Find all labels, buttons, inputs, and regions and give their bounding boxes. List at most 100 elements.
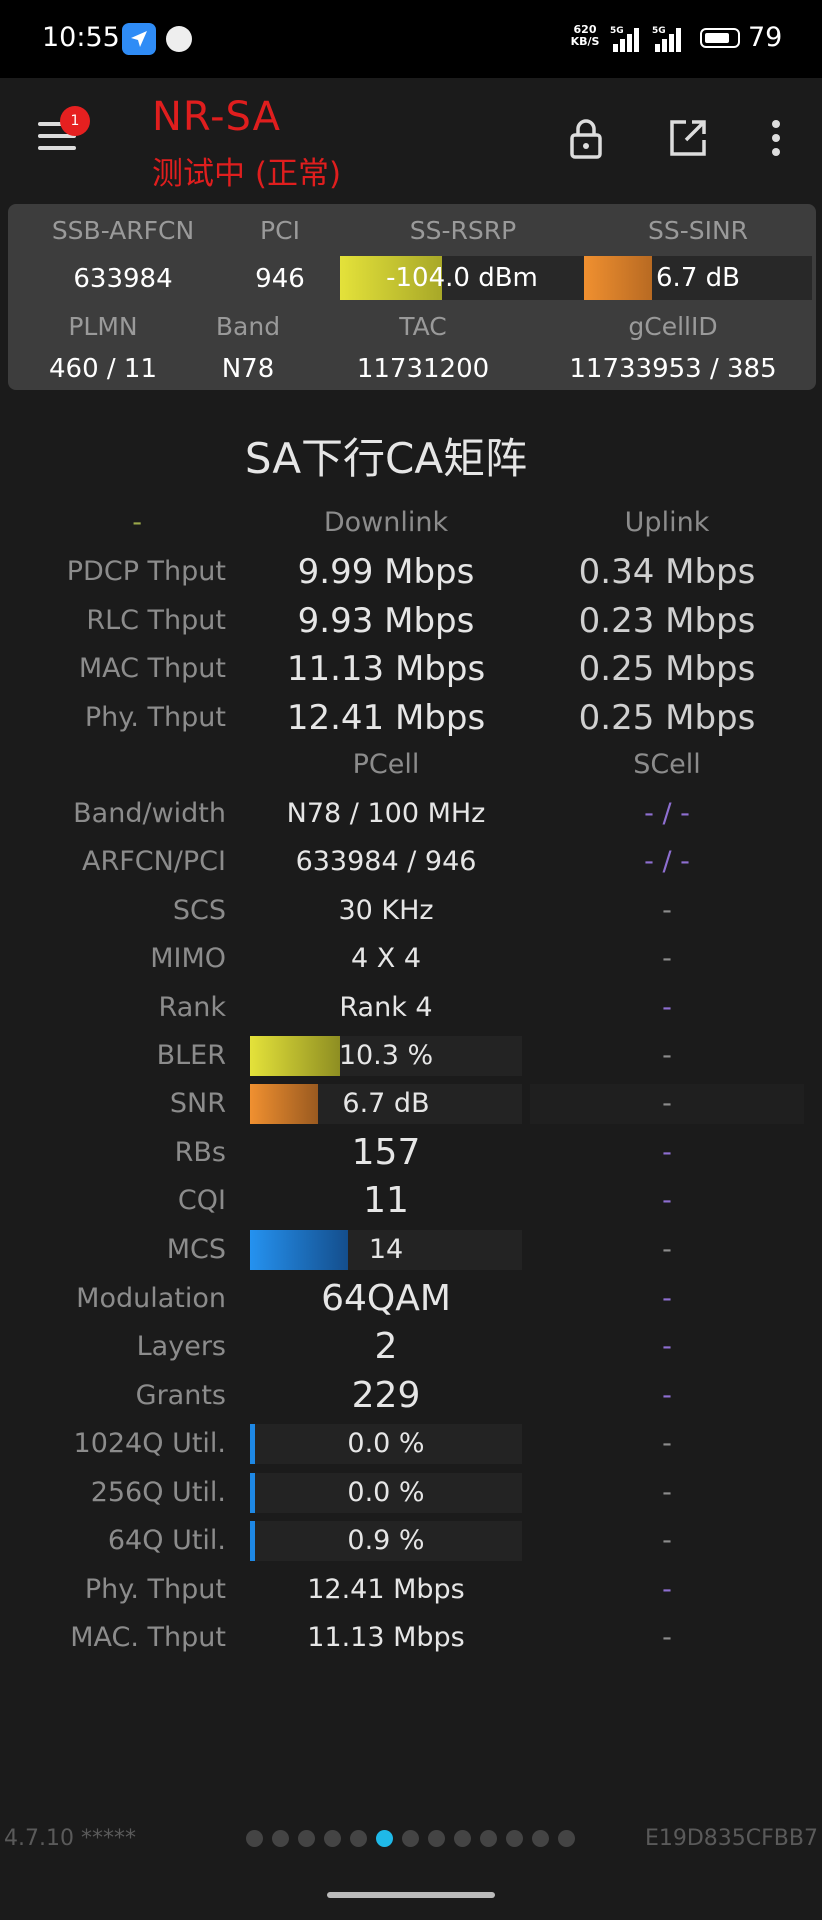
uplink-value: 0.23 Mbps [578, 601, 756, 641]
network-mode-title: NR-SA [152, 94, 282, 140]
rank-row: Rank Rank 4 - [0, 984, 822, 1032]
page-dot[interactable] [298, 1830, 315, 1847]
scell-value: - [662, 1525, 672, 1556]
value-pci: 946 [255, 264, 305, 294]
cell-header-row: PCell SCell [0, 741, 822, 789]
scell-value: - [662, 895, 672, 926]
row-label: Modulation [76, 1283, 226, 1314]
row-label: MAC. Thput [70, 1622, 226, 1653]
pcell-value: 0.9 % [347, 1525, 425, 1556]
row-label: 1024Q Util. [73, 1428, 226, 1459]
page-dot[interactable] [324, 1830, 341, 1847]
row-label: 256Q Util. [90, 1477, 226, 1508]
page-dot[interactable] [506, 1830, 523, 1847]
page-dot[interactable] [272, 1830, 289, 1847]
uplink-value: 0.25 Mbps [578, 698, 756, 738]
open-external-icon[interactable] [666, 116, 710, 160]
snr-bar: 6.7 dB [250, 1084, 522, 1124]
home-indicator[interactable] [327, 1892, 495, 1898]
more-options-icon[interactable] [756, 116, 800, 160]
row-label: MCS [166, 1234, 226, 1265]
scell-value: - [662, 1380, 672, 1411]
scell-value: - [662, 1283, 672, 1314]
value-ssb-arfcn: 633984 [73, 264, 173, 294]
header-pcell: PCell [352, 749, 420, 780]
row-label: 64Q Util. [107, 1525, 226, 1556]
scell-value: - [662, 1574, 672, 1605]
pcell-value: 0.0 % [347, 1477, 425, 1508]
test-status-subtitle: 测试中 (正常) [152, 156, 342, 192]
pcell-value: 6.7 dB [342, 1088, 430, 1119]
util-256q-row: 256Q Util. 0.0 % - [0, 1469, 822, 1517]
phy-thput-row: Phy. Thput 12.41 Mbps - [0, 1566, 822, 1614]
lock-icon[interactable] [564, 116, 608, 160]
page-dot[interactable] [376, 1830, 393, 1847]
pcell-value: 10.3 % [338, 1040, 434, 1071]
throughput-row: MAC Thput 11.13 Mbps 0.25 Mbps [0, 645, 822, 693]
row-label: BLER [156, 1040, 226, 1071]
header-pci: PCI [260, 216, 300, 245]
util-64q-bar: 0.9 % [250, 1521, 522, 1561]
downlink-value: 9.99 Mbps [297, 552, 475, 592]
pcell-value: N78 / 100 MHz [286, 798, 486, 829]
value-plmn: 460 / 11 [49, 354, 157, 384]
pcell-value: 12.41 Mbps [307, 1574, 465, 1605]
network-speed: 620 KB/S [570, 24, 600, 48]
page-dot[interactable] [532, 1830, 549, 1847]
util-1024q-bar: 0.0 % [250, 1424, 522, 1464]
header-gcellid: gCellID [628, 312, 718, 341]
signal-gen-label: 5G [610, 26, 624, 36]
row-label: SNR [169, 1088, 226, 1119]
value-tac: 11731200 [356, 354, 490, 384]
page-dot[interactable] [480, 1830, 497, 1847]
band-width-row: Band/width N78 / 100 MHz - / - [0, 790, 822, 838]
header-blank: - [132, 507, 142, 538]
page-dot[interactable] [454, 1830, 471, 1847]
mcs-row: MCS 14 - [0, 1226, 822, 1274]
row-label: MIMO [150, 943, 226, 974]
util-1024q-row: 1024Q Util. 0.0 % - [0, 1420, 822, 1468]
layers-row: Layers 2 - [0, 1323, 822, 1371]
sinr-bar: 6.7 dB [584, 256, 812, 300]
throughput-row: PDCP Thput 9.99 Mbps 0.34 Mbps [0, 548, 822, 596]
throughput-row: RLC Thput 9.93 Mbps 0.23 Mbps [0, 597, 822, 645]
app-bar: 1 NR-SA 测试中 (正常) [0, 78, 822, 202]
navigation-arrow-icon [122, 23, 156, 55]
network-speed-unit: KB/S [570, 35, 600, 48]
row-label: MAC Thput [78, 653, 226, 684]
pcell-value: 11.13 Mbps [307, 1622, 465, 1653]
cqi-row: CQI 11 - [0, 1177, 822, 1225]
downlink-value: 9.93 Mbps [297, 601, 475, 641]
scell-value: - [662, 1088, 672, 1119]
scell-value: - [662, 1137, 672, 1168]
row-label: Rank [158, 992, 226, 1023]
page-dot[interactable] [402, 1830, 419, 1847]
uplink-value: 0.25 Mbps [578, 649, 756, 689]
pcell-value: 30 KHz [338, 895, 434, 926]
throughput-row: Phy. Thput 12.41 Mbps 0.25 Mbps [0, 694, 822, 742]
page-dot[interactable] [246, 1830, 263, 1847]
row-label: Phy. Thput [84, 702, 226, 733]
header-band: Band [215, 312, 281, 341]
bler-row: BLER 10.3 % - [0, 1032, 822, 1080]
row-label: CQI [177, 1185, 226, 1216]
row-label: PDCP Thput [66, 556, 226, 587]
notification-badge: 1 [60, 106, 90, 136]
header-ssb-arfcn: SSB-ARFCN [51, 216, 195, 245]
modulation-row: Modulation 64QAM - [0, 1275, 822, 1323]
scell-value: - [662, 943, 672, 974]
util-256q-bar: 0.0 % [250, 1473, 522, 1513]
snr-row: SNR 6.7 dB - [0, 1080, 822, 1128]
pcell-value: 0.0 % [347, 1428, 425, 1459]
scs-row: SCS 30 KHz - [0, 887, 822, 935]
battery-level [705, 33, 729, 43]
page-dot[interactable] [350, 1830, 367, 1847]
notification-dot-icon [166, 26, 192, 52]
scell-value: - [662, 1234, 672, 1265]
header-ss-sinr: SS-SINR [647, 216, 749, 245]
page-dot[interactable] [558, 1830, 575, 1847]
page-dot[interactable] [428, 1830, 445, 1847]
status-time: 10:55 [42, 22, 120, 53]
value-ss-sinr: 6.7 dB [656, 263, 740, 293]
pcell-value: 2 [374, 1326, 398, 1367]
